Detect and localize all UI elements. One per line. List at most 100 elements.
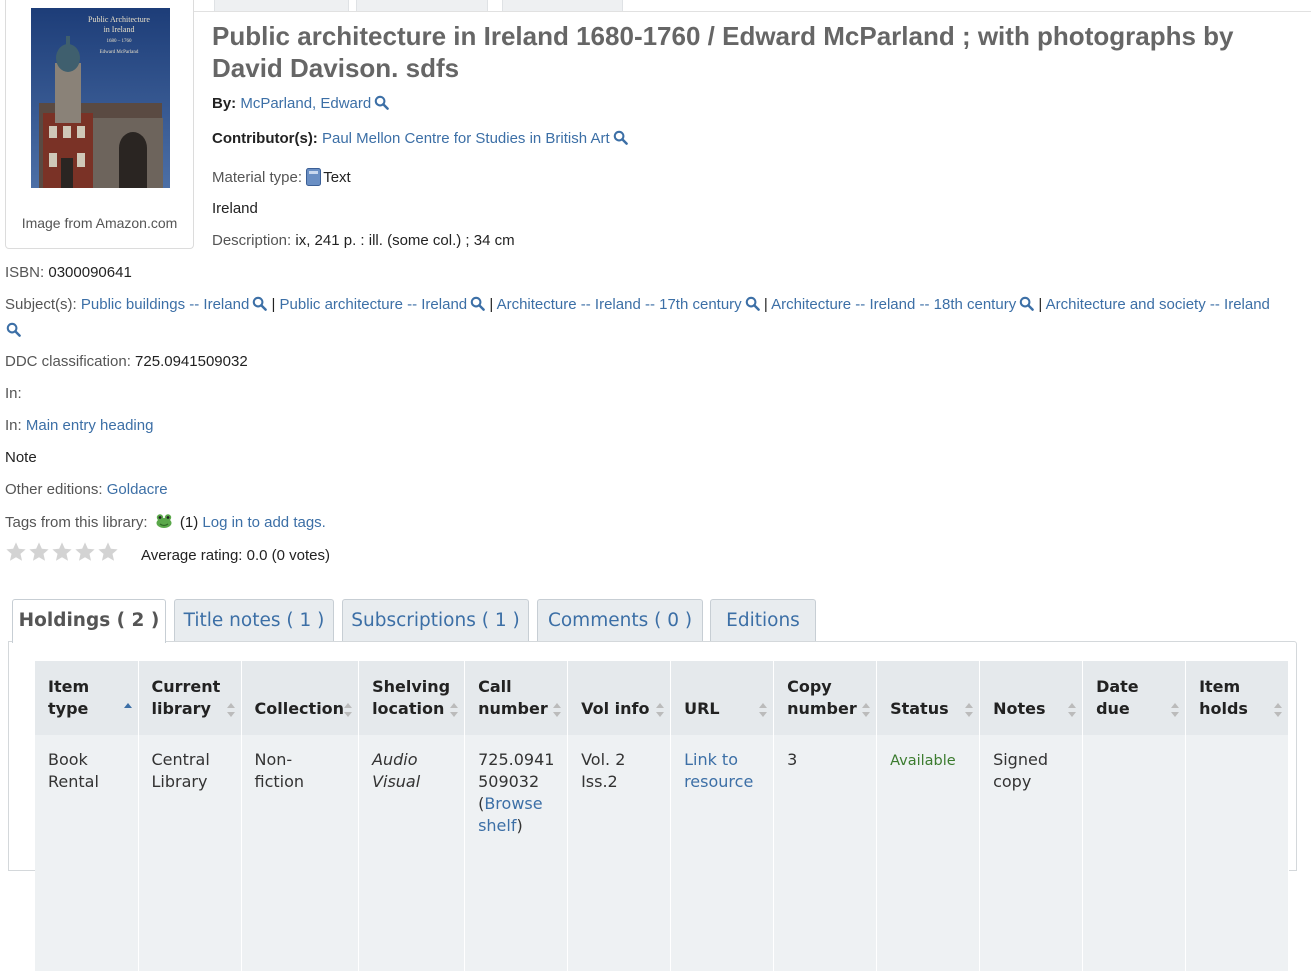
column-header-item-holds[interactable]: Item holds (1185, 661, 1290, 735)
cell-collection: Non-fiction (241, 735, 360, 853)
column-header-date-due[interactable]: Date due (1082, 661, 1187, 735)
column-header-item-type[interactable]: Item type (35, 661, 139, 735)
cell-shelving-location: Audio Visual (358, 735, 466, 853)
tab-subscriptions[interactable]: Subscriptions ( 1 ) (342, 599, 529, 641)
subject-separator: | (763, 296, 768, 313)
subject-link[interactable]: Public architecture -- Ireland (280, 296, 468, 313)
star-icon[interactable] (5, 541, 27, 563)
cell-empty (670, 853, 775, 971)
sort-icon (759, 703, 768, 717)
sort-icon (656, 703, 665, 717)
star-rating[interactable] (5, 541, 120, 565)
place: Ireland (212, 200, 258, 217)
sort-icon (1171, 703, 1180, 717)
cell-empty (138, 853, 242, 971)
cell-empty (876, 853, 981, 971)
tab-title-notes[interactable]: Title notes ( 1 ) (174, 599, 334, 641)
author-row: By: McParland, Edward (212, 95, 390, 113)
average-rating: Average rating: 0.0 (0 votes) (141, 547, 330, 564)
author-link[interactable]: McParland, Edward (240, 95, 371, 112)
material-type-value: Text (323, 169, 351, 186)
status-badge: Available (890, 753, 956, 769)
sort-icon (344, 703, 353, 717)
isbn-label: ISBN: (5, 264, 45, 281)
subject-link[interactable]: Architecture -- Ireland -- 18th century (771, 296, 1016, 313)
link-to-resource[interactable]: Link to resource (684, 750, 753, 791)
star-icon[interactable] (74, 541, 96, 563)
tab-holdings[interactable]: Holdings ( 2 ) (12, 599, 166, 643)
table-row (35, 853, 1290, 971)
sort-icon (450, 703, 459, 717)
column-header-vol-info[interactable]: Vol info (567, 661, 672, 735)
cell-empty (358, 853, 466, 971)
search-icon[interactable] (374, 95, 390, 110)
frog-icon (155, 513, 173, 529)
isbn-row: ISBN: 0300090641 (5, 264, 132, 282)
ddc-label: DDC classification: (5, 353, 131, 370)
column-header-notes[interactable]: Notes (979, 661, 1084, 735)
cover-title-line2: in Ireland (104, 25, 135, 34)
contributor-link[interactable]: Paul Mellon Centre for Studies in Britis… (322, 130, 610, 147)
cell-url: Link to resource (670, 735, 775, 853)
column-header-shelving-location[interactable]: Shelving location (358, 661, 466, 735)
contributor-row: Contributor(s): Paul Mellon Centre for S… (212, 130, 628, 148)
search-icon[interactable] (745, 296, 760, 311)
search-icon[interactable] (470, 296, 485, 311)
description-value: ix, 241 p. : ill. (some col.) ; 34 cm (295, 232, 515, 249)
holdings-table: Item type Current library Collection Shelv… (35, 661, 1290, 971)
tab-editions[interactable]: Editions (710, 599, 816, 641)
other-editions-label: Other editions: (5, 481, 103, 498)
in-label: In: (5, 385, 22, 402)
sort-icon (553, 703, 562, 717)
subject-separator: | (1038, 296, 1043, 313)
sort-icon (965, 703, 974, 717)
cell-empty (1185, 853, 1290, 971)
star-icon[interactable] (51, 541, 73, 563)
column-header-current-library[interactable]: Current library (138, 661, 242, 735)
column-header-collection[interactable]: Collection (241, 661, 360, 735)
column-header-status[interactable]: Status (876, 661, 981, 735)
sort-icon (1068, 703, 1077, 717)
record-title: Public architecture in Ireland 1680-1760… (212, 21, 1234, 83)
browse-shelf-link[interactable]: Browse shelf (478, 794, 543, 835)
material-type-label: Material type: (212, 169, 303, 186)
search-icon[interactable] (613, 130, 628, 145)
cover-image[interactable]: Public Architecture in Ireland 1680 – 17… (31, 8, 170, 188)
subject-search-icon-wrap (3, 322, 21, 340)
cover-image-box: Public Architecture in Ireland 1680 – 17… (5, 0, 194, 249)
tab-comments[interactable]: Comments ( 0 ) (537, 599, 703, 641)
cell-current-library: Central Library (138, 735, 242, 853)
tags-row: Tags from this library: (1) Log in to ad… (5, 513, 326, 532)
subject-separator: | (271, 296, 276, 313)
main-entry-link[interactable]: Main entry heading (26, 417, 154, 434)
column-header-copy-number[interactable]: Copy number (773, 661, 878, 735)
cell-status: Available (876, 735, 981, 853)
cell-empty (773, 853, 878, 971)
subject-link[interactable]: Architecture and society -- Ireland (1046, 296, 1270, 313)
note: Note (5, 449, 37, 466)
other-editions-row: Other editions: Goldacre (5, 481, 168, 499)
table-row: Book Rental Central Library Non-fiction Au… (35, 735, 1290, 853)
cell-date-due (1082, 735, 1187, 853)
cell-empty (464, 853, 569, 971)
subject-link[interactable]: Architecture -- Ireland -- 17th century (497, 296, 742, 313)
star-icon[interactable] (97, 541, 119, 563)
search-icon[interactable] (6, 322, 21, 337)
column-header-url[interactable]: URL (670, 661, 775, 735)
sort-icon (1274, 703, 1283, 717)
tags-count: (1) (179, 514, 199, 531)
by-label: By: (212, 95, 237, 112)
in-label: In: (5, 417, 22, 434)
top-divider (193, 11, 1311, 12)
column-header-call-number[interactable]: Call number (464, 661, 569, 735)
star-icon[interactable] (28, 541, 50, 563)
login-to-add-tags-link[interactable]: Log in to add tags. (202, 514, 325, 531)
search-icon[interactable] (1019, 296, 1035, 311)
in-row: In: Main entry heading (5, 417, 153, 435)
search-icon[interactable] (252, 296, 268, 311)
cover-title-line1: Public Architecture (88, 15, 150, 24)
subject-link[interactable]: Public buildings -- Ireland (81, 296, 249, 313)
isbn-value: 0300090641 (48, 264, 132, 281)
cell-item-type: Book Rental (35, 735, 139, 853)
other-editions-link[interactable]: Goldacre (107, 481, 168, 498)
